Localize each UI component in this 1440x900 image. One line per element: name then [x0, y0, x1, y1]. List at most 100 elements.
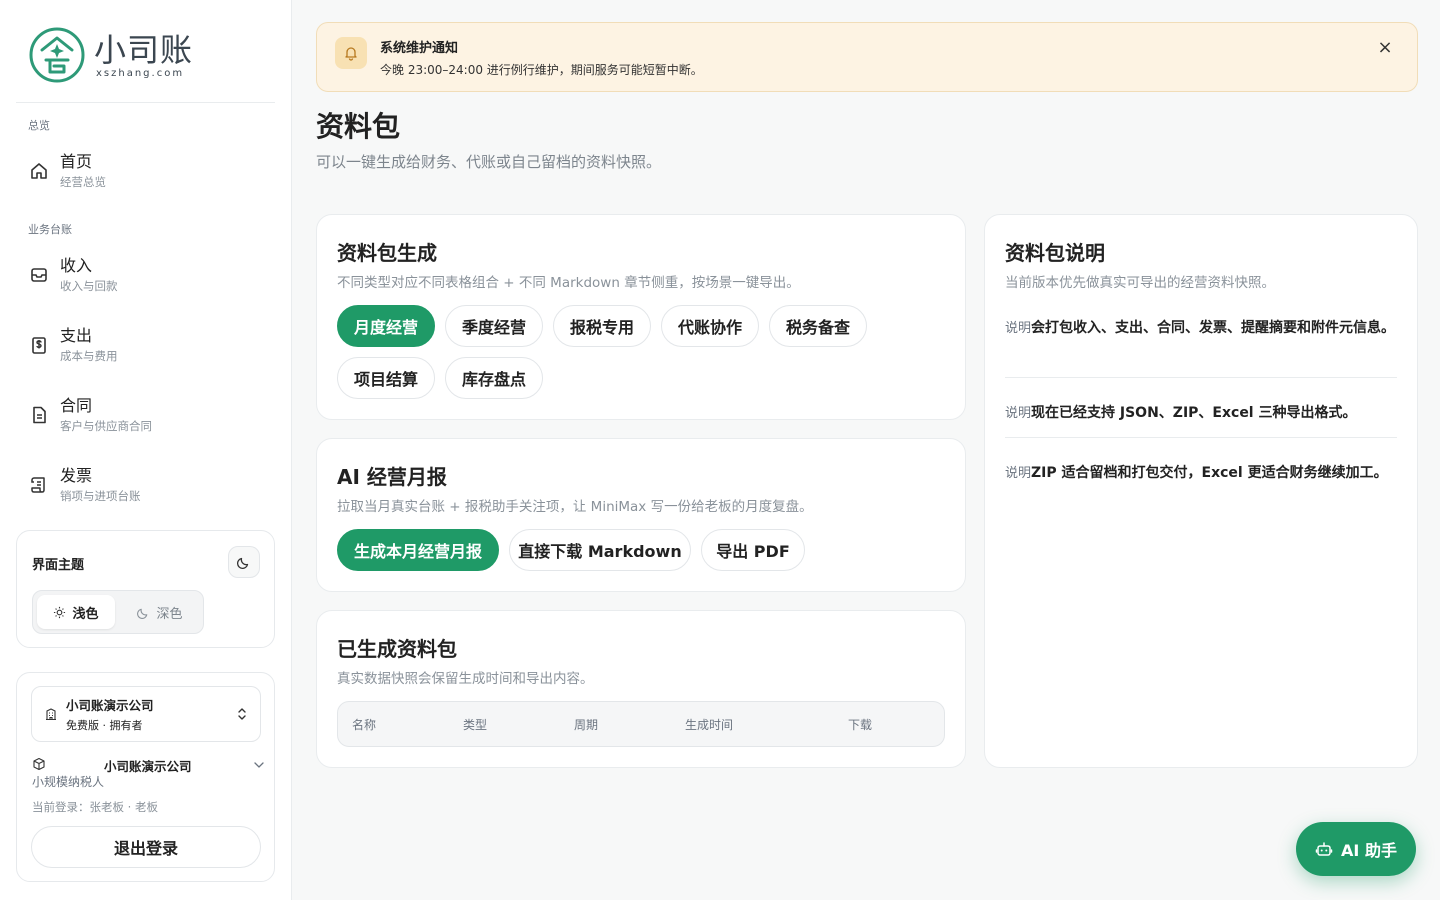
brand-domain: xszhang.com — [96, 67, 185, 79]
theme-toggle-button[interactable] — [228, 546, 260, 578]
card-title: AI 经营月报 — [337, 465, 447, 489]
type-bookkeeping-button[interactable]: 代账协作 — [661, 305, 759, 347]
theme-title: 界面主题 — [32, 558, 85, 573]
type-tax-filing-button[interactable]: 报税专用 — [553, 305, 651, 347]
type-quarterly-button[interactable]: 季度经营 — [445, 305, 543, 347]
section-label-overview: 总览 — [28, 119, 50, 132]
taxpayer-type: 小规模纳税人 — [32, 775, 105, 789]
sidebar-item-title: 首页 — [60, 152, 93, 171]
logo[interactable]: 小司账 xszhang.com — [28, 26, 193, 84]
sidebar-item-expense[interactable]: 支出 成本与费用 — [18, 316, 274, 374]
card-title: 资料包说明 — [1005, 241, 1105, 265]
info-note: 说明ZIP 适合留档和打包交付，Excel 更适合财务继续加工。 — [1005, 461, 1397, 486]
sidebar-item-sub: 销项与进项台账 — [60, 489, 141, 503]
package-info-card: 资料包说明 当前版本优先做真实可导出的经营资料快照。 说明会打包收入、支出、合同… — [984, 214, 1418, 768]
note-tag: 说明 — [1005, 321, 1032, 336]
note-text: 现在已经支持 JSON、ZIP、Excel 三种导出格式。 — [1031, 405, 1357, 421]
note-tag: 说明 — [1005, 406, 1032, 421]
sidebar-item-invoice[interactable]: 发票 销项与进项台账 — [18, 456, 274, 514]
divider — [1005, 377, 1397, 378]
building-icon — [46, 708, 56, 721]
theme-dark-label: 深色 — [156, 606, 183, 622]
account-card: 小司账演示公司 免费版 · 拥有者 小司账演示公司 小规模纳税人 当前登录：张老… — [16, 672, 275, 882]
logout-button[interactable]: 退出登录 — [31, 826, 261, 868]
sidebar-item-home[interactable]: 首页 经营总览 — [18, 142, 274, 200]
moon-icon — [237, 557, 249, 569]
card-title: 资料包生成 — [337, 241, 437, 265]
theme-card: 界面主题 浅色 深色 — [16, 530, 275, 648]
login-info: 当前登录：张老板 · 老板 — [32, 800, 158, 814]
ai-assistant-label: AI 助手 — [1341, 841, 1397, 860]
sidebar-item-sub: 成本与费用 — [60, 349, 118, 363]
ai-report-card: AI 经营月报 拉取当月真实台账 + 报税助手关注项，让 MiniMax 写一份… — [316, 438, 966, 592]
download-markdown-button[interactable]: 直接下载 Markdown — [509, 529, 691, 571]
sidebar-item-title: 支出 — [60, 326, 93, 345]
sidebar-item-title: 收入 — [60, 256, 93, 275]
divider — [1005, 437, 1397, 438]
divider — [16, 102, 275, 103]
type-inventory-button[interactable]: 库存盘点 — [445, 357, 543, 399]
sidebar-item-sub: 经营总览 — [60, 175, 106, 189]
inbox-icon — [28, 264, 50, 286]
moon-icon — [137, 608, 148, 619]
logo-mark-icon — [29, 27, 85, 83]
bell-icon — [335, 37, 367, 69]
robot-icon — [1315, 842, 1333, 856]
notice-title: 系统维护通知 — [380, 41, 459, 56]
company-name: 小司账演示公司 — [66, 698, 154, 713]
column-header: 下载 — [848, 718, 873, 732]
page-subtitle: 可以一键生成给财务、代账或自己留档的资料快照。 — [316, 153, 662, 171]
sun-icon — [54, 606, 66, 618]
card-subtitle: 真实数据快照会保留生成时间和导出内容。 — [337, 671, 594, 687]
sidebar-item-title: 发票 — [60, 466, 93, 485]
card-subtitle: 当前版本优先做真实可导出的经营资料快照。 — [1005, 275, 1275, 291]
card-title: 已生成资料包 — [337, 637, 457, 661]
column-header: 名称 — [352, 718, 377, 732]
company-row[interactable]: 小司账演示公司 — [32, 755, 266, 775]
close-icon[interactable]: × — [1375, 37, 1395, 58]
chevron-down-icon — [254, 762, 264, 768]
home-icon — [28, 160, 50, 182]
type-project-button[interactable]: 项目结算 — [337, 357, 435, 399]
cube-icon — [33, 757, 45, 771]
type-monthly-button[interactable]: 月度经营 — [337, 305, 435, 347]
type-tax-record-button[interactable]: 税务备查 — [769, 305, 867, 347]
notice-text: 今晚 23:00–24:00 进行例行维护，期间服务可能短暂中断。 — [380, 63, 703, 77]
page-title: 资料包 — [316, 110, 401, 143]
table-header: 名称 类型 周期 生成时间 下载 — [337, 701, 945, 747]
sidebar-item-sub: 客户与供应商合同 — [60, 419, 152, 433]
info-note: 说明现在已经支持 JSON、ZIP、Excel 三种导出格式。 — [1005, 401, 1397, 426]
scroll-icon — [28, 474, 50, 496]
note-text: ZIP 适合留档和打包交付，Excel 更适合财务继续加工。 — [1031, 465, 1388, 481]
ai-assistant-button[interactable]: AI 助手 — [1296, 822, 1416, 876]
export-pdf-button[interactable]: 导出 PDF — [701, 529, 805, 571]
column-header: 周期 — [574, 718, 599, 732]
generated-packages-card: 已生成资料包 真实数据快照会保留生成时间和导出内容。 名称 类型 周期 生成时间… — [316, 610, 966, 768]
sidebar-item-title: 合同 — [60, 396, 93, 415]
brand-name: 小司账 — [94, 30, 194, 69]
sidebar: 小司账 xszhang.com 总览 首页 经营总览 业务台账 收入 收入与回款… — [0, 0, 292, 900]
company-switcher[interactable]: 小司账演示公司 免费版 · 拥有者 — [31, 686, 261, 742]
theme-dark-option[interactable]: 深色 — [121, 595, 199, 629]
sidebar-item-income[interactable]: 收入 收入与回款 — [18, 246, 274, 304]
document-icon — [28, 404, 50, 426]
chevron-up-down-icon — [238, 708, 246, 720]
maintenance-notice: 系统维护通知 今晚 23:00–24:00 进行例行维护，期间服务可能短暂中断。… — [316, 22, 1418, 92]
note-tag: 说明 — [1005, 466, 1032, 481]
sidebar-item-contract[interactable]: 合同 客户与供应商合同 — [18, 386, 274, 444]
theme-light-option[interactable]: 浅色 — [37, 595, 115, 629]
sidebar-item-sub: 收入与回款 — [60, 279, 118, 293]
theme-light-label: 浅色 — [72, 606, 99, 622]
company-plan: 免费版 · 拥有者 — [66, 719, 143, 732]
company-row-name: 小司账演示公司 — [104, 759, 192, 774]
generate-report-button[interactable]: 生成本月经营月报 — [337, 529, 499, 571]
column-header: 生成时间 — [685, 718, 734, 732]
info-note: 说明会打包收入、支出、合同、发票、提醒摘要和附件元信息。 — [1005, 316, 1397, 341]
note-text: 会打包收入、支出、合同、发票、提醒摘要和附件元信息。 — [1031, 320, 1396, 336]
section-label-ledger: 业务台账 — [28, 223, 72, 236]
receipt-dollar-icon — [28, 334, 50, 356]
theme-segmented-control: 浅色 深色 — [32, 590, 204, 634]
card-subtitle: 不同类型对应不同表格组合 + 不同 Markdown 章节侧重，按场景一键导出。 — [337, 275, 800, 291]
card-subtitle: 拉取当月真实台账 + 报税助手关注项，让 MiniMax 写一份给老板的月度复盘… — [337, 499, 813, 515]
column-header: 类型 — [463, 718, 488, 732]
